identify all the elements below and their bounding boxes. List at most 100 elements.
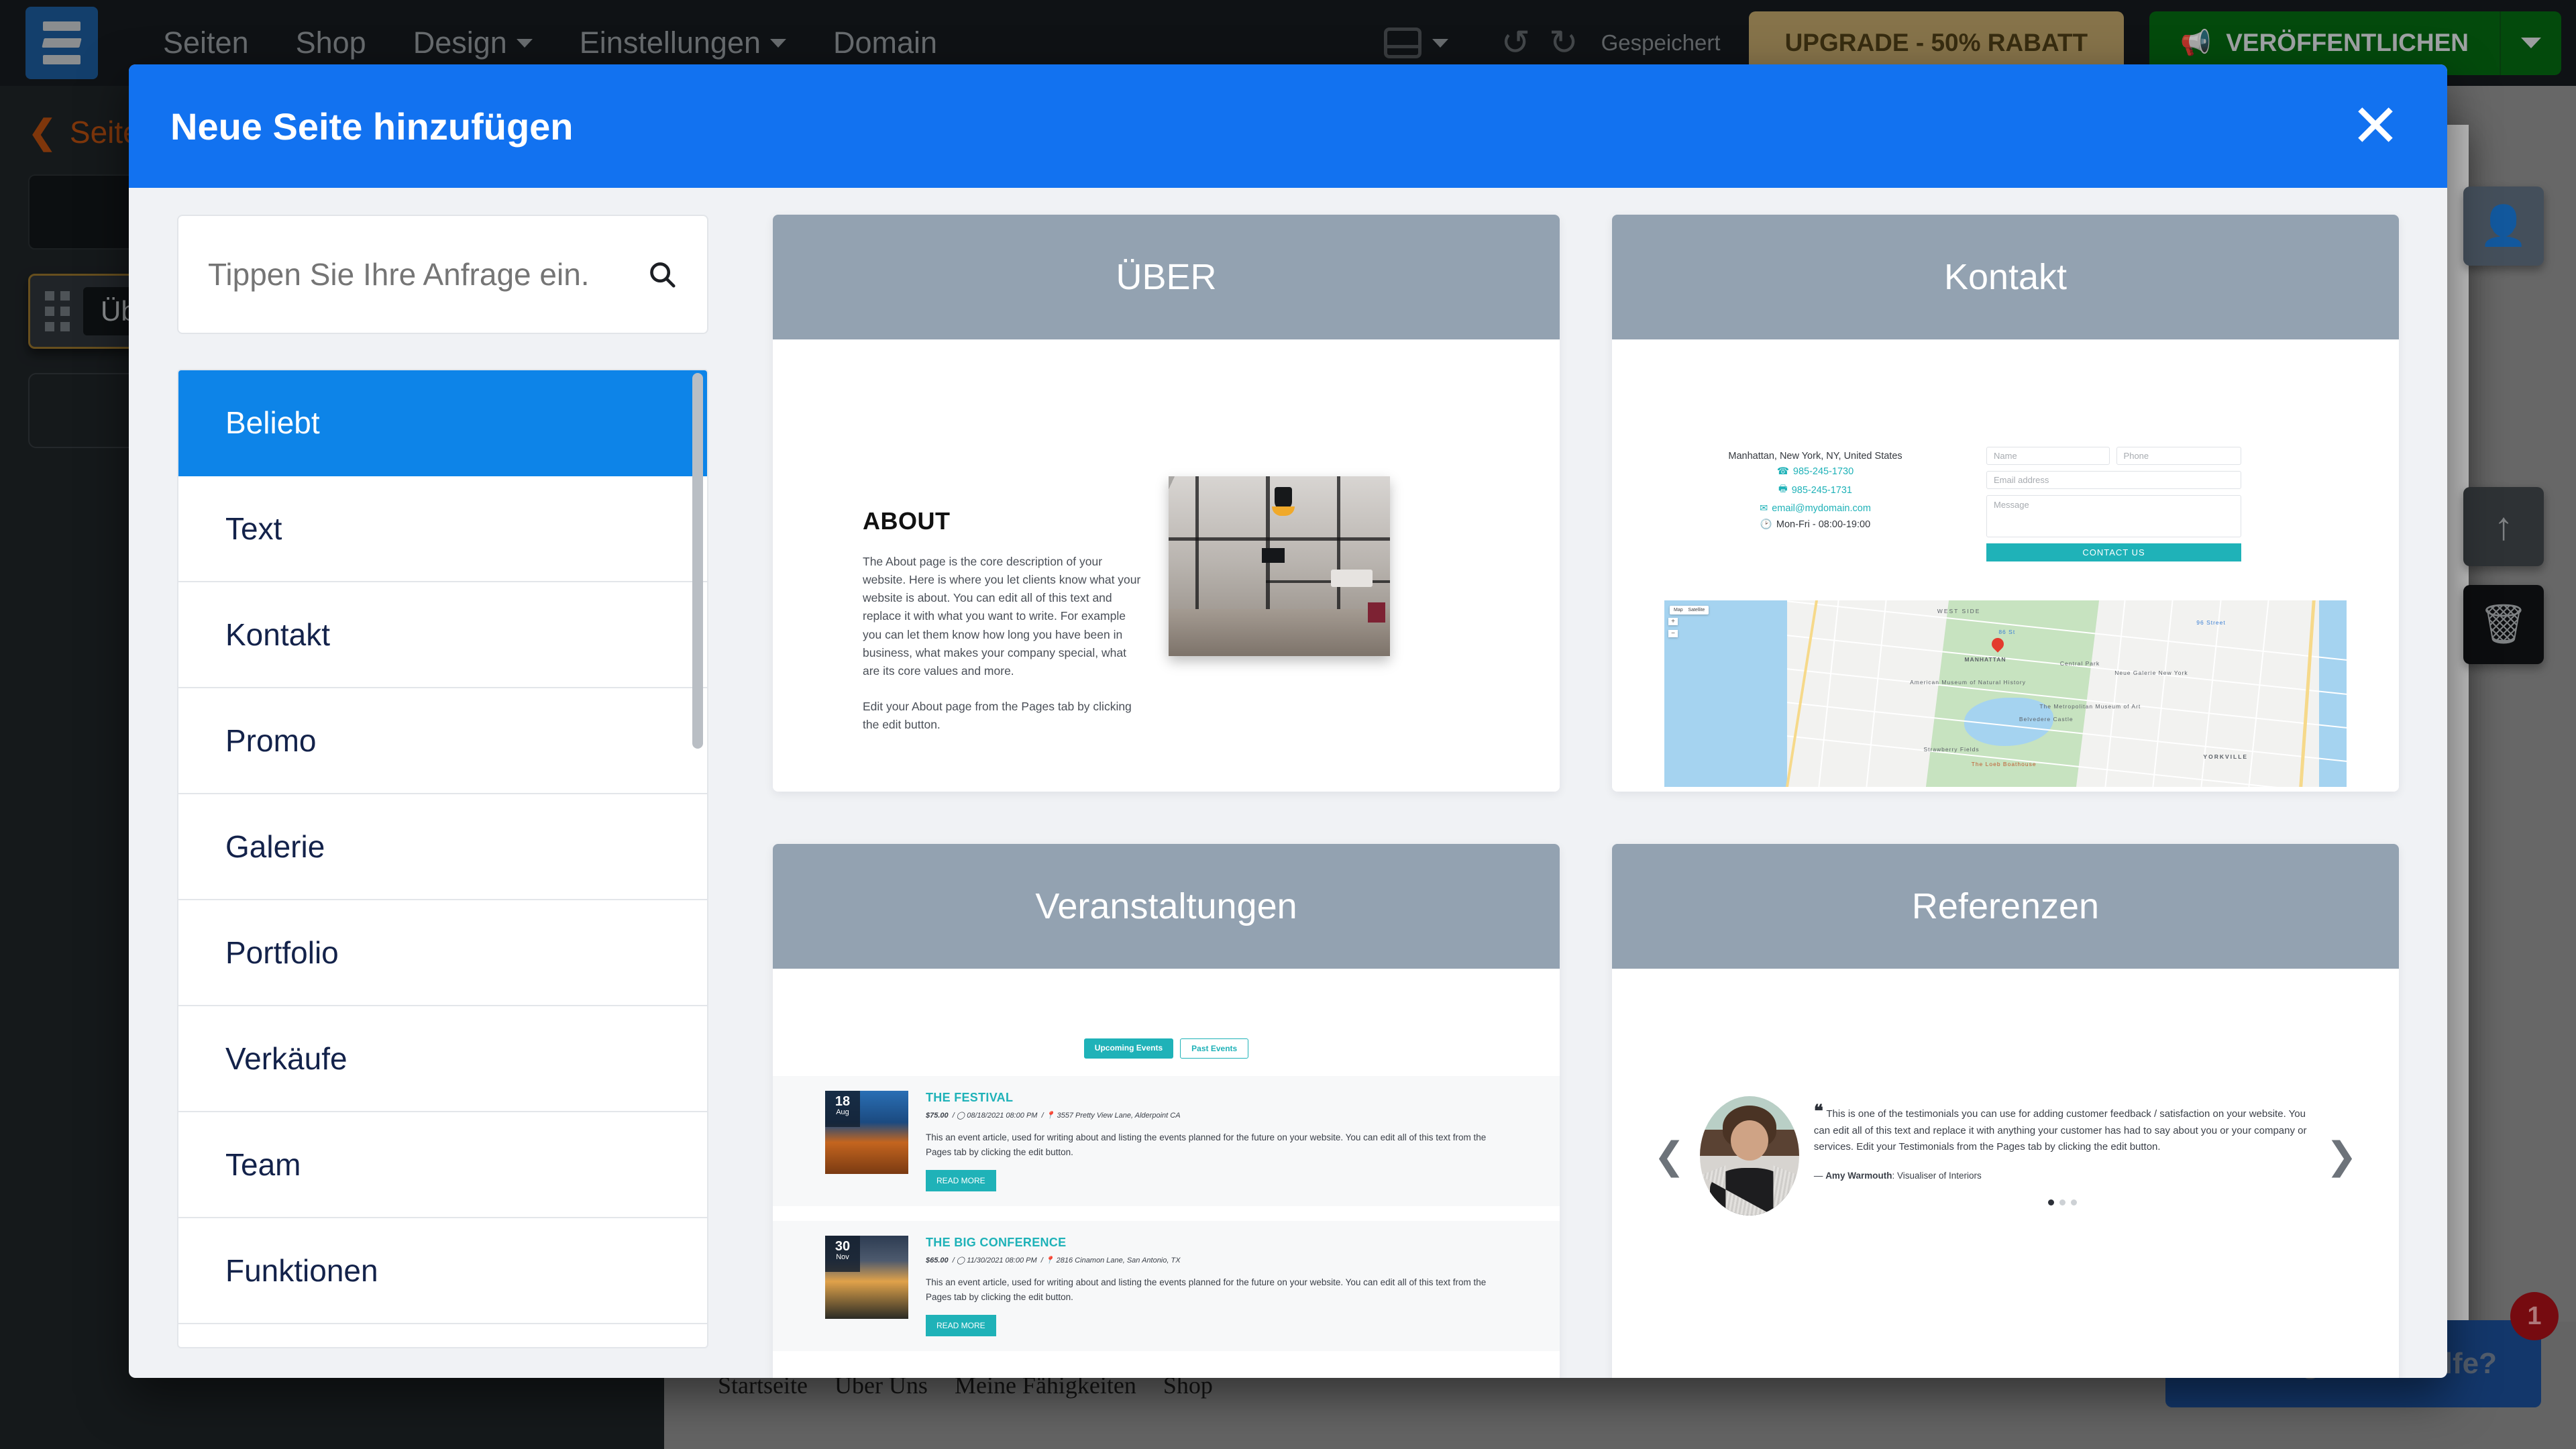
category-item-verkaeufe[interactable]: Verkäufe [178, 1006, 707, 1112]
modal-title: Neue Seite hinzufügen [170, 105, 574, 148]
map-label: 96 Street [2196, 619, 2226, 626]
contact-hours-row: 🕑 Mon-Fri - 08:00-19:00 [1664, 519, 1966, 530]
contact-hours: Mon-Fri - 08:00-19:00 [1776, 519, 1870, 530]
modal-left-column: Beliebt Text Kontakt Promo Galerie Portf… [129, 188, 741, 1378]
category-item-partial[interactable] [178, 1324, 707, 1348]
phone-icon: ☎ [1777, 466, 1789, 477]
event-description: This an event article, used for writing … [926, 1130, 1507, 1159]
event-datetime: 11/30/2021 08:00 PM [967, 1256, 1036, 1265]
about-photo [1169, 476, 1390, 656]
event-meta: $75.00 / ◯ 08/18/2021 08:00 PM / 📍 3557 … [926, 1111, 1507, 1120]
search-icon[interactable] [647, 259, 678, 290]
contact-email: email@mydomain.com [1772, 503, 1871, 514]
contact-submit-button[interactable]: CONTACT US [1986, 543, 2241, 561]
testimonial-pagination-dots[interactable] [1814, 1199, 2311, 1205]
template-preview-testimonials: ❮ ❝ This is one of the testimonials you … [1612, 969, 2399, 1378]
template-grid: ÜBER ABOUT The About page is the core de… [741, 188, 2447, 1378]
template-card-about[interactable]: ÜBER ABOUT The About page is the core de… [773, 215, 1560, 792]
events-tab-past[interactable]: Past Events [1180, 1038, 1248, 1059]
map-label: The Loeb Boathouse [1972, 761, 2037, 767]
contact-form: Name Phone Email address Message CONTACT… [1986, 447, 2241, 561]
category-item-beliebt[interactable]: Beliebt [178, 370, 707, 476]
contact-map[interactable]: MANHATTAN WEST SIDE Central Park YORKVIL… [1664, 600, 2347, 787]
search-input[interactable] [208, 256, 633, 292]
event-thumbnail: 18 Aug [825, 1091, 908, 1174]
contact-fax-row: 🖶 985-245-1731 [1664, 482, 1966, 498]
map-pin-icon: 📍 [1045, 1256, 1055, 1265]
category-item-funktionen[interactable]: Funktionen [178, 1218, 707, 1324]
map-zoom-out-button[interactable]: − [1668, 630, 1678, 637]
map-label: 86 St [1998, 629, 2015, 635]
category-item-portfolio[interactable]: Portfolio [178, 900, 707, 1006]
envelope-icon: ✉ [1760, 503, 1768, 514]
category-label: Galerie [225, 828, 325, 865]
dot-2[interactable] [2059, 1199, 2065, 1205]
contact-message-field[interactable]: Message [1986, 495, 2241, 537]
close-x-icon[interactable]: ✕ [2345, 97, 2406, 156]
category-label: Verkäufe [225, 1040, 347, 1077]
event-title[interactable]: THE BIG CONFERENCE [926, 1236, 1507, 1250]
category-label: Promo [225, 722, 316, 759]
category-list-scrollbar[interactable] [692, 373, 703, 749]
category-label: Beliebt [225, 405, 320, 441]
dot-3[interactable] [2071, 1199, 2077, 1205]
event-month: Aug [825, 1108, 860, 1116]
about-paragraph-1: The About page is the core description o… [863, 553, 1144, 680]
search-box[interactable] [177, 215, 708, 334]
event-price: $75.00 [926, 1112, 949, 1120]
map-label: Central Park [2060, 660, 2100, 667]
map-label: American Museum of Natural History [1910, 679, 2026, 686]
event-thumbnail: 30 Nov [825, 1236, 908, 1319]
map-type-satellite[interactable]: Satellite [1688, 608, 1705, 612]
template-preview-about: ABOUT The About page is the core descrip… [773, 339, 1560, 792]
template-card-events[interactable]: Veranstaltungen Upcoming Events Past Eve… [773, 844, 1560, 1378]
events-tab-upcoming[interactable]: Upcoming Events [1084, 1038, 1173, 1059]
category-item-galerie[interactable]: Galerie [178, 794, 707, 900]
dot-1[interactable] [2048, 1199, 2054, 1205]
category-item-kontakt[interactable]: Kontakt [178, 582, 707, 688]
template-preview-events: Upcoming Events Past Events 18 Aug [773, 969, 1560, 1378]
event-price: $65.00 [926, 1256, 949, 1265]
event-location: 3557 Pretty View Lane, Alderpoint CA [1057, 1112, 1180, 1120]
quote-mark-icon: ❝ [1814, 1101, 1823, 1121]
map-label: YORKVILLE [2203, 753, 2248, 760]
category-item-text[interactable]: Text [178, 476, 707, 582]
contact-email-field[interactable]: Email address [1986, 471, 2241, 489]
category-item-promo[interactable]: Promo [178, 688, 707, 794]
template-header: Referenzen [1612, 844, 2399, 969]
template-card-testimonials[interactable]: Referenzen ❮ ❝ This is one of the testim… [1612, 844, 2399, 1378]
event-read-more-button[interactable]: READ MORE [926, 1315, 996, 1336]
contact-name-field[interactable]: Name [1986, 447, 2110, 465]
template-header: Kontakt [1612, 215, 2399, 339]
event-list-item[interactable]: 18 Aug THE FESTIVAL $75.00 / ◯ 08/18/202… [773, 1076, 1560, 1206]
category-item-team[interactable]: Team [178, 1112, 707, 1218]
chevron-left-icon[interactable]: ❮ [1654, 1137, 1685, 1175]
event-list-item[interactable]: 30 Nov THE BIG CONFERENCE $65.00 / ◯ 11/… [773, 1221, 1560, 1351]
event-day: 18 [825, 1095, 860, 1108]
modal-body: Beliebt Text Kontakt Promo Galerie Portf… [129, 188, 2447, 1378]
map-label: Belvedere Castle [2019, 716, 2074, 722]
event-day: 30 [825, 1240, 860, 1253]
testimonial-author: — Amy Warmouth: Visualiser of Interiors [1814, 1171, 2311, 1181]
contact-phone-field[interactable]: Phone [2116, 447, 2241, 465]
map-zoom-in-button[interactable]: + [1668, 618, 1678, 625]
about-paragraph-2: Edit your About page from the Pages tab … [863, 698, 1144, 734]
map-label: The Metropolitan Museum of Art [2039, 703, 2141, 710]
template-card-contact[interactable]: Kontakt Manhattan, New York, NY, United … [1612, 215, 2399, 792]
chevron-right-icon[interactable]: ❯ [2326, 1137, 2357, 1175]
map-label: Neue Galerie New York [2114, 669, 2188, 676]
testimonial-author-role: Visualiser of Interiors [1897, 1171, 1982, 1181]
fax-icon: 🖶 [1778, 482, 1788, 498]
clock-icon: 🕑 [1760, 519, 1772, 530]
contact-email-row: ✉ email@mydomain.com [1664, 503, 1966, 514]
map-type-toggle[interactable]: Map Satellite [1670, 606, 1709, 614]
add-page-modal: Neue Seite hinzufügen ✕ Beliebt Text [129, 64, 2447, 1378]
map-pin-icon: 📍 [1046, 1112, 1055, 1120]
event-date-badge: 30 Nov [825, 1236, 860, 1272]
map-label: WEST SIDE [1937, 608, 1981, 614]
event-datetime: 08/18/2021 08:00 PM [967, 1112, 1037, 1120]
event-month: Nov [825, 1253, 860, 1261]
event-read-more-button[interactable]: READ MORE [926, 1170, 996, 1191]
event-title[interactable]: THE FESTIVAL [926, 1091, 1507, 1105]
map-type-map[interactable]: Map [1674, 608, 1683, 612]
